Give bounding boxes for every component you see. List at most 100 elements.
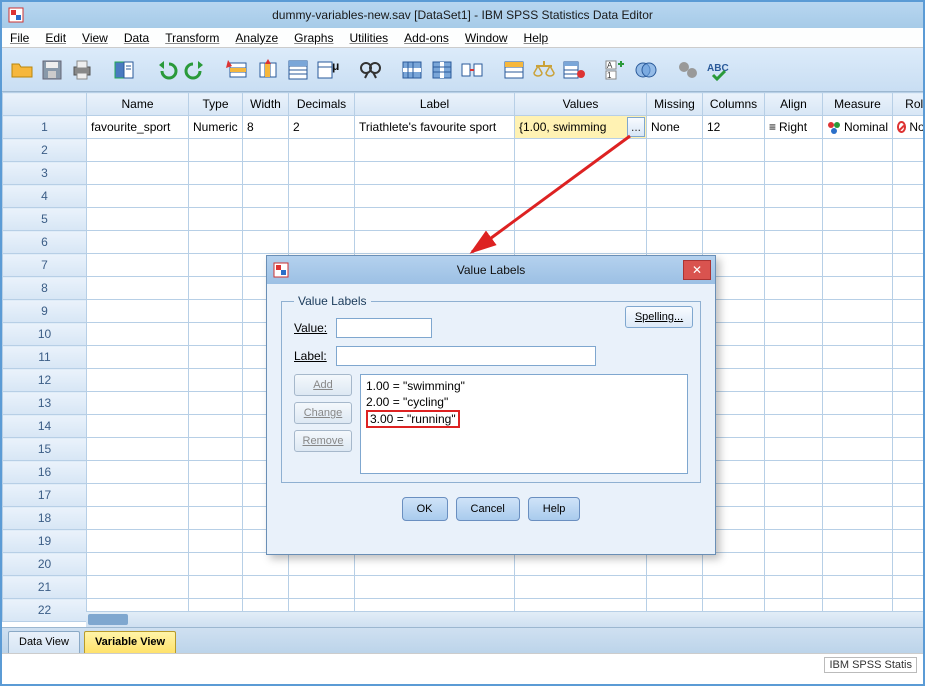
empty-cell[interactable] (189, 277, 243, 300)
col-align[interactable]: Align (765, 93, 823, 116)
row-number[interactable]: 18 (3, 507, 87, 530)
empty-cell[interactable] (765, 507, 823, 530)
empty-cell[interactable] (765, 323, 823, 346)
empty-cell[interactable] (243, 231, 289, 254)
col-missing[interactable]: Missing (647, 93, 703, 116)
insert-case-icon[interactable] (398, 56, 426, 84)
empty-cell[interactable] (87, 277, 189, 300)
row-number[interactable]: 14 (3, 415, 87, 438)
empty-cell[interactable] (703, 576, 765, 599)
empty-cell[interactable] (823, 553, 893, 576)
empty-cell[interactable] (765, 392, 823, 415)
empty-cell[interactable] (189, 438, 243, 461)
empty-cell[interactable] (87, 185, 189, 208)
row-number[interactable]: 2 (3, 139, 87, 162)
customize-icon[interactable] (674, 56, 702, 84)
empty-cell[interactable] (893, 392, 924, 415)
empty-cell[interactable] (893, 530, 924, 553)
empty-cell[interactable] (87, 254, 189, 277)
empty-cell[interactable] (765, 438, 823, 461)
empty-cell[interactable] (243, 576, 289, 599)
empty-cell[interactable] (189, 461, 243, 484)
col-type[interactable]: Type (189, 93, 243, 116)
row-number[interactable]: 16 (3, 461, 87, 484)
empty-cell[interactable] (87, 323, 189, 346)
empty-cell[interactable] (87, 231, 189, 254)
empty-cell[interactable] (289, 139, 355, 162)
empty-cell[interactable] (823, 415, 893, 438)
empty-cell[interactable] (189, 300, 243, 323)
col-label[interactable]: Label (355, 93, 515, 116)
close-icon[interactable]: ✕ (683, 260, 711, 280)
value-label-item[interactable]: 2.00 = "cycling" (366, 394, 682, 410)
empty-cell[interactable] (243, 553, 289, 576)
empty-cell[interactable] (189, 231, 243, 254)
empty-cell[interactable] (823, 392, 893, 415)
empty-cell[interactable] (515, 576, 647, 599)
empty-cell[interactable] (189, 254, 243, 277)
empty-cell[interactable] (823, 346, 893, 369)
empty-cell[interactable] (647, 185, 703, 208)
row-number[interactable]: 4 (3, 185, 87, 208)
print-icon[interactable] (68, 56, 96, 84)
empty-cell[interactable] (703, 553, 765, 576)
empty-cell[interactable] (893, 231, 924, 254)
empty-cell[interactable] (765, 415, 823, 438)
empty-cell[interactable] (289, 208, 355, 231)
empty-cell[interactable] (87, 507, 189, 530)
empty-cell[interactable] (893, 185, 924, 208)
row-number[interactable]: 22 (3, 599, 87, 622)
cell-name[interactable]: favourite_sport (87, 116, 189, 139)
row-number[interactable]: 8 (3, 277, 87, 300)
empty-cell[interactable] (87, 415, 189, 438)
empty-cell[interactable] (189, 530, 243, 553)
add-button[interactable]: Add (294, 374, 352, 396)
empty-cell[interactable] (87, 346, 189, 369)
col-name[interactable]: Name (87, 93, 189, 116)
row-number[interactable]: 1 (3, 116, 87, 139)
empty-cell[interactable] (703, 231, 765, 254)
undo-icon[interactable] (152, 56, 180, 84)
empty-cell[interactable] (355, 576, 515, 599)
empty-cell[interactable] (289, 231, 355, 254)
menu-utilities[interactable]: Utilities (349, 31, 388, 45)
empty-cell[interactable] (189, 185, 243, 208)
empty-cell[interactable] (823, 323, 893, 346)
empty-cell[interactable] (87, 461, 189, 484)
empty-cell[interactable] (823, 369, 893, 392)
empty-cell[interactable] (703, 208, 765, 231)
row-number[interactable]: 10 (3, 323, 87, 346)
empty-cell[interactable] (893, 438, 924, 461)
cancel-button[interactable]: Cancel (456, 497, 520, 521)
empty-cell[interactable] (823, 185, 893, 208)
empty-cell[interactable] (893, 507, 924, 530)
empty-cell[interactable] (893, 461, 924, 484)
col-width[interactable]: Width (243, 93, 289, 116)
values-ellipsis-button[interactable]: ... (627, 117, 645, 137)
menu-view[interactable]: View (82, 31, 108, 45)
empty-cell[interactable] (87, 392, 189, 415)
tab-variable-view[interactable]: Variable View (84, 631, 176, 653)
empty-cell[interactable] (515, 139, 647, 162)
select-cases-icon[interactable] (500, 56, 528, 84)
row-number[interactable]: 15 (3, 438, 87, 461)
value-labels-icon[interactable] (560, 56, 588, 84)
value-label-item[interactable]: 1.00 = "swimming" (366, 378, 682, 394)
row-number[interactable]: 3 (3, 162, 87, 185)
row-number[interactable]: 12 (3, 369, 87, 392)
empty-cell[interactable] (289, 162, 355, 185)
empty-cell[interactable] (355, 139, 515, 162)
value-label-item[interactable]: 3.00 = "running" (366, 410, 682, 428)
empty-cell[interactable] (189, 323, 243, 346)
empty-cell[interactable] (823, 507, 893, 530)
empty-cell[interactable] (355, 553, 515, 576)
col-values[interactable]: Values (515, 93, 647, 116)
empty-cell[interactable] (515, 553, 647, 576)
empty-cell[interactable] (647, 576, 703, 599)
empty-cell[interactable] (515, 208, 647, 231)
empty-cell[interactable] (823, 162, 893, 185)
empty-cell[interactable] (355, 231, 515, 254)
menu-data[interactable]: Data (124, 31, 149, 45)
empty-cell[interactable] (823, 300, 893, 323)
empty-cell[interactable] (243, 208, 289, 231)
